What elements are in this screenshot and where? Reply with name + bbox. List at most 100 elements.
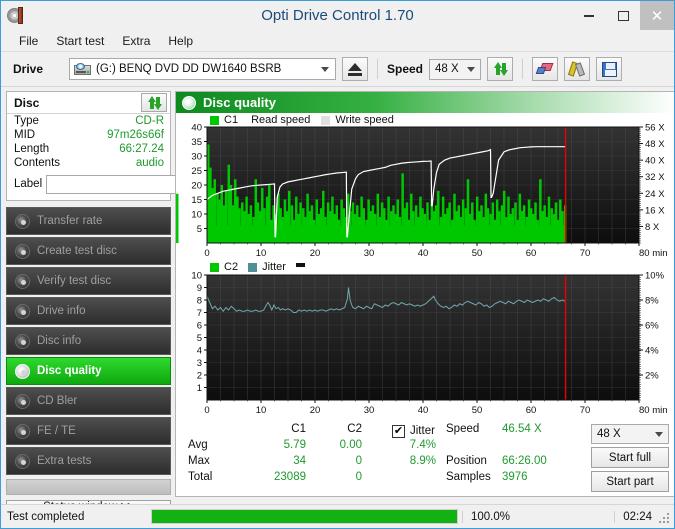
start-part-button[interactable]: Start part: [591, 471, 669, 492]
jitter-checkbox[interactable]: ✔: [392, 424, 405, 438]
svg-text:40: 40: [418, 405, 429, 416]
disc-value-type: CD-R: [135, 115, 164, 127]
svg-text:30: 30: [191, 152, 202, 163]
svg-text:40 X: 40 X: [645, 156, 665, 167]
maximize-icon[interactable]: [606, 1, 640, 30]
speed-select[interactable]: 48 X: [429, 58, 482, 80]
stats-blank-1: [446, 439, 496, 455]
svg-text:16 X: 16 X: [645, 205, 665, 216]
sidebar-item-label: Drive info: [37, 305, 86, 317]
speed-select-value: 48 X: [435, 63, 459, 75]
menu-bar: File Start test Extra Help: [1, 30, 674, 52]
c1-legend-label: C1: [224, 114, 239, 126]
disc-icon: [15, 363, 30, 379]
disc-key-mid: MID: [14, 129, 36, 141]
stats-c1-avg: 5.79: [283, 439, 306, 451]
sidebar-item-label: CD Bler: [37, 395, 78, 407]
menu-item-help[interactable]: Help: [160, 32, 201, 50]
svg-text:50: 50: [472, 248, 483, 259]
stats-label-total: Total: [188, 471, 213, 483]
disc-row-type: Type CD-R: [7, 114, 170, 128]
disc-icon: [15, 333, 30, 349]
disc-drive-icon: [74, 62, 91, 76]
sidebar-item-create-test-disc[interactable]: Create test disc: [6, 237, 171, 265]
drive-label: Drive: [13, 62, 44, 76]
eject-button[interactable]: [342, 57, 368, 81]
sidebar-item-label: Extra tests: [37, 455, 92, 467]
svg-text:24 X: 24 X: [645, 189, 665, 200]
c1-legend-swatch: [210, 115, 219, 125]
stats-value-samples: 3976: [502, 471, 528, 483]
disc-quality-icon: [182, 95, 196, 110]
disc-panel: Disc Type CD-R MID 97m26s66f Length 66:2…: [6, 91, 251, 201]
menu-item-start-test[interactable]: Start test: [48, 32, 112, 50]
stats-label-max: Max: [188, 455, 210, 467]
svg-text:9: 9: [197, 283, 202, 294]
sidebar-item-fe-te[interactable]: FE / TE: [6, 417, 171, 445]
eraser-icon: [535, 62, 554, 76]
drive-toolbar: Drive (G:) BENQ DVD DD DW1640 BSRB Speed…: [1, 52, 674, 87]
window-controls: ✕: [572, 1, 674, 30]
stats-col-c1: C1 5.79 34 23089: [248, 423, 306, 487]
svg-text:1: 1: [197, 383, 202, 394]
test-speed-select[interactable]: 48 X: [591, 424, 669, 444]
action-button-column: 48 X Start full Start part: [591, 423, 669, 492]
svg-text:60: 60: [526, 405, 537, 416]
stats-row-labels: Avg Max Total: [188, 423, 248, 487]
disc-value-length: 66:27.24: [119, 143, 164, 155]
svg-text:6%: 6%: [645, 321, 659, 332]
c2-jitter-chart-container: C2 Jitter 1 2 3 4 5 6 7 8 9 10 2% 4% 6% 8% 10% 0 10 20 30 4…: [176, 261, 675, 418]
sidebar-item-disc-info[interactable]: Disc info: [6, 327, 171, 355]
erase-button[interactable]: [532, 57, 559, 81]
menu-item-extra[interactable]: Extra: [114, 32, 158, 50]
sidebar-item-extra-tests[interactable]: Extra tests: [6, 447, 171, 475]
tools-button[interactable]: [564, 57, 591, 81]
drive-select[interactable]: (G:) BENQ DVD DD DW1640 BSRB: [69, 58, 336, 80]
svg-text:10: 10: [191, 271, 202, 282]
minimize-icon[interactable]: [572, 1, 606, 30]
sidebar-item-transfer-rate[interactable]: Transfer rate: [6, 207, 171, 235]
c1-read-speed-chart[interactable]: 5 10 15 20 25 30 35 40 8 X 16 X 24 X 32 X 40 X 48 X 56…: [176, 113, 675, 261]
progress-percent-label: 100.0%: [462, 510, 542, 523]
toolbar-divider-1: [377, 59, 378, 79]
svg-text:40: 40: [418, 248, 429, 259]
disc-icon: [15, 273, 30, 289]
close-icon[interactable]: ✕: [640, 1, 674, 30]
stats-c1-total: 23089: [274, 471, 306, 483]
svg-text:8: 8: [197, 296, 202, 307]
sidebar-item-disc-quality[interactable]: Disc quality: [6, 357, 171, 385]
stats-c2-avg: 0.00: [339, 439, 362, 451]
svg-text:50: 50: [472, 405, 483, 416]
stats-jitter-max: 8.9%: [409, 455, 436, 467]
start-full-button[interactable]: Start full: [591, 447, 669, 468]
c2-jitter-chart[interactable]: 123456789102%4%6%8%10%0 10 20 30 40 50 60 70 80 …: [176, 261, 675, 418]
jitter-label: Jitter: [410, 425, 435, 437]
svg-text:80 min: 80 min: [639, 405, 668, 416]
sidebar-item-label: Disc info: [37, 335, 82, 347]
sidebar-item-drive-info[interactable]: Drive info: [6, 297, 171, 325]
disc-row-contents: Contents audio: [7, 156, 170, 170]
svg-text:10%: 10%: [645, 271, 665, 282]
svg-text:8%: 8%: [645, 296, 659, 307]
resize-grip-icon[interactable]: [659, 513, 671, 525]
progress-bar-fill: [152, 510, 457, 523]
svg-text:48 X: 48 X: [645, 139, 665, 150]
disc-row-mid: MID 97m26s66f: [7, 128, 170, 142]
save-button[interactable]: [596, 57, 623, 81]
sidebar-item-verify-test-disc[interactable]: Verify test disc: [6, 267, 171, 295]
disc-icon: [15, 393, 30, 409]
jitter-header: ✔ Jitter: [392, 423, 438, 439]
refresh-button[interactable]: [487, 57, 514, 81]
title-bar: Opti Drive Control 1.70 ✕: [1, 1, 674, 30]
right-column: Disc quality C1 Read speed Write speed 5…: [175, 91, 675, 497]
test-speed-value: 48 X: [597, 428, 621, 440]
disc-refresh-button[interactable]: [141, 93, 167, 112]
left-column: Disc Type CD-R MID 97m26s66f Length 66:2…: [6, 91, 251, 514]
disc-key-contents: Contents: [14, 157, 61, 169]
disc-icon: [15, 213, 30, 229]
menu-item-file[interactable]: File: [11, 32, 46, 50]
tools-icon: [567, 60, 586, 77]
svg-text:7: 7: [197, 308, 202, 319]
stats-label-speed: Speed: [446, 423, 480, 435]
sidebar-item-cd-bler[interactable]: CD Bler: [6, 387, 171, 415]
